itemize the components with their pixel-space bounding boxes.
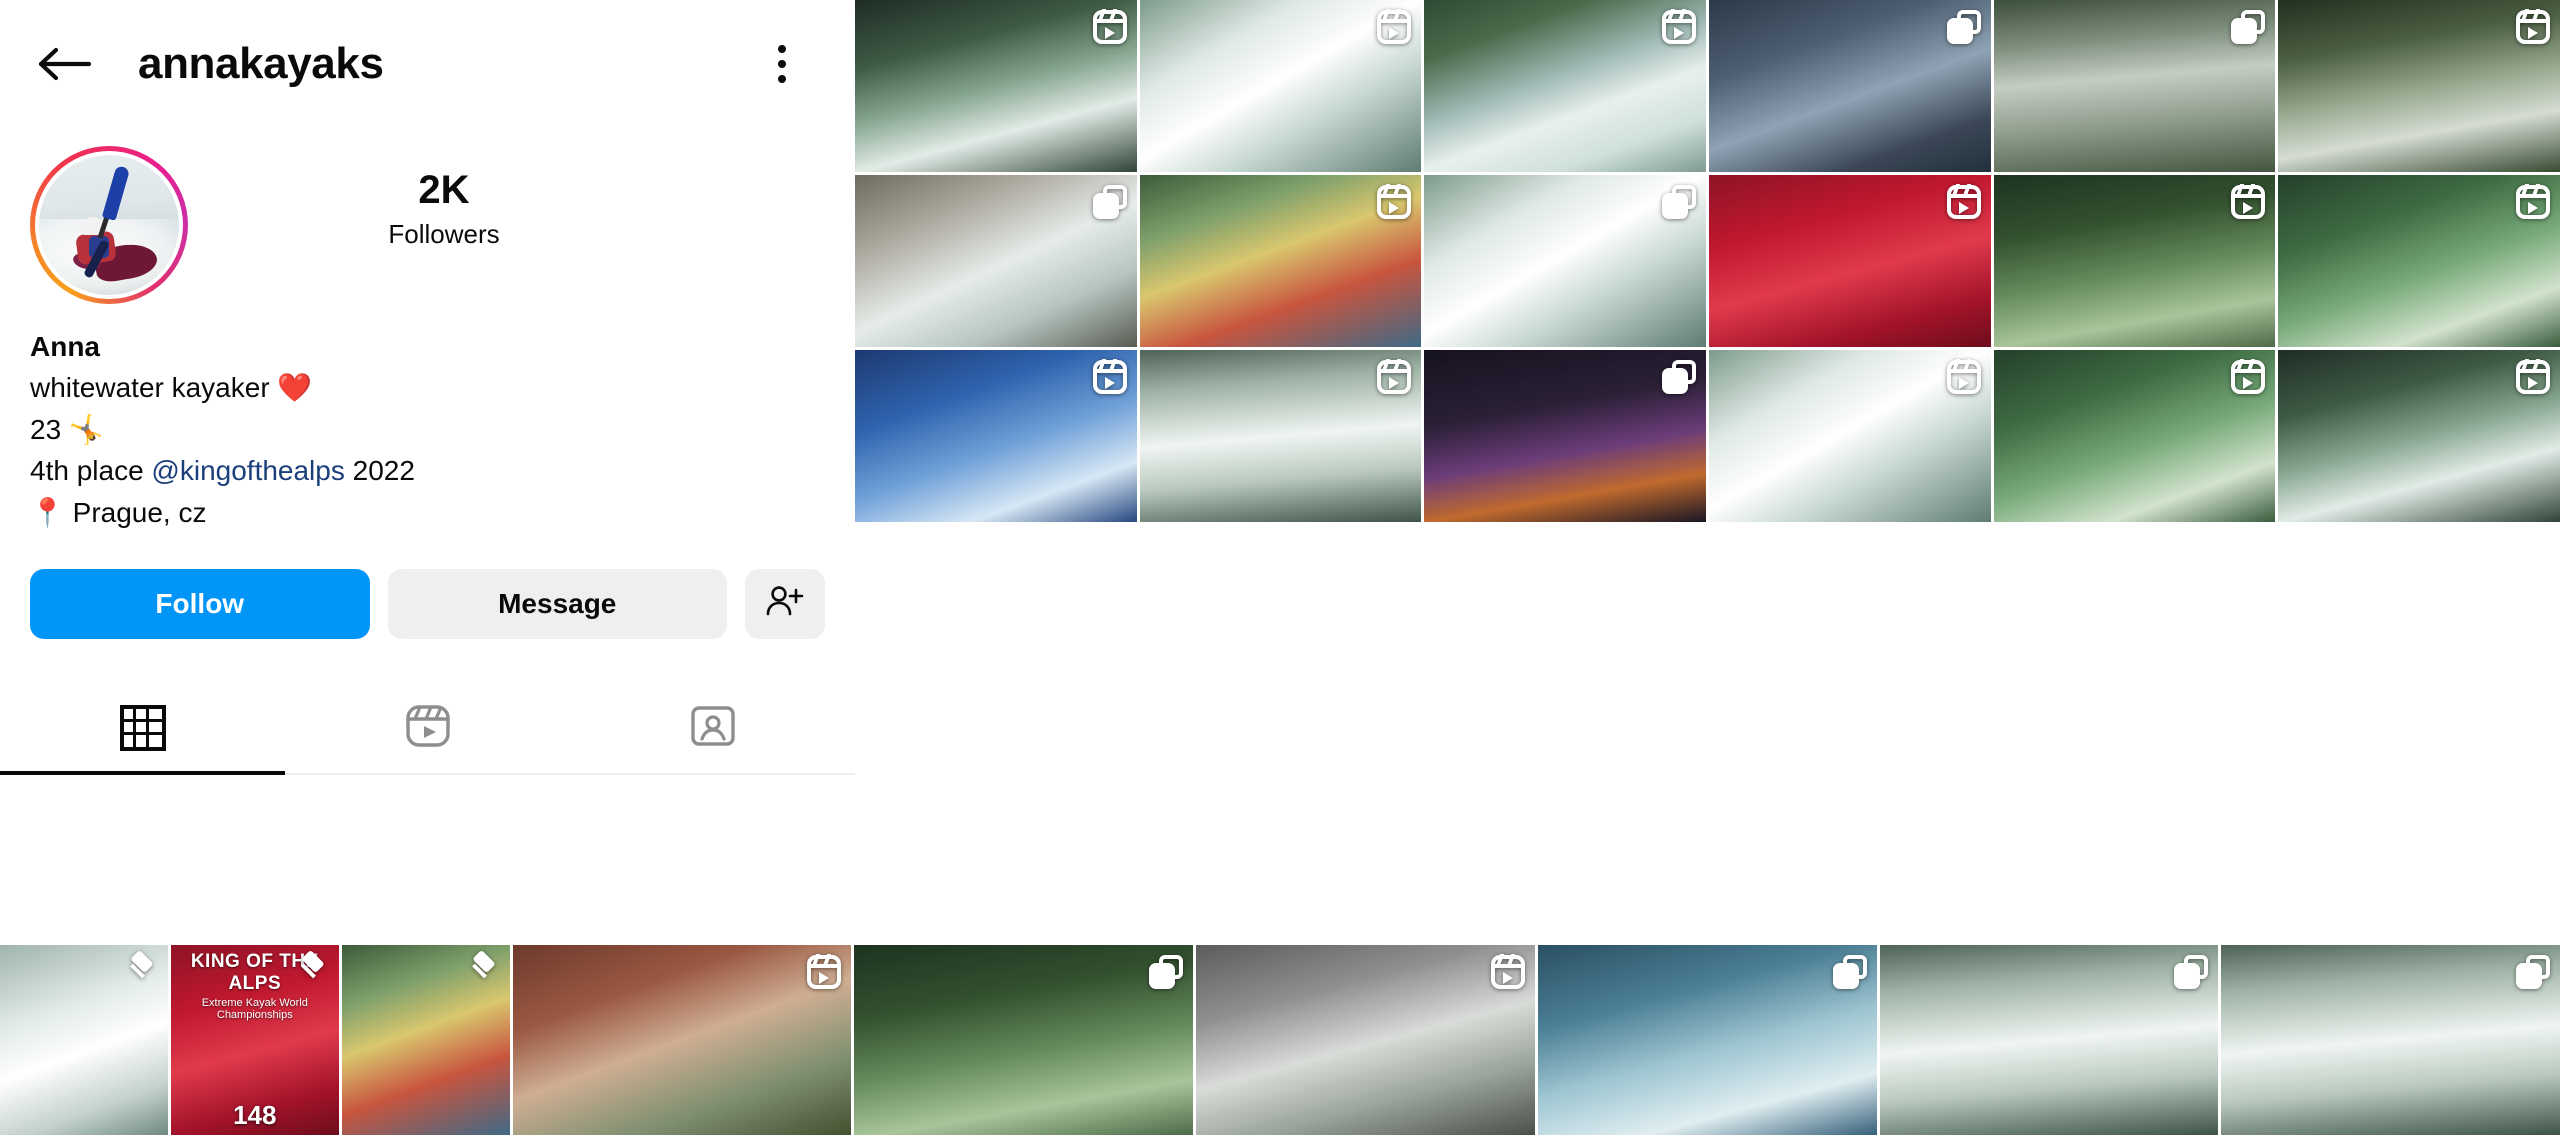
carousel-icon [1661, 185, 1696, 219]
pinned-post-item[interactable] [854, 945, 1194, 1135]
bio-block: Anna whitewater kayaker ❤️ 23 🤸 4th plac… [0, 304, 855, 533]
avatar[interactable] [30, 146, 188, 304]
pinned-post-item[interactable] [0, 945, 168, 1135]
bio-line3-suffix: 2022 [344, 455, 415, 487]
reels-icon [1377, 184, 1412, 219]
carousel-icon [1149, 955, 1184, 989]
post-grid-item[interactable] [1139, 0, 1422, 172]
post-grid-item[interactable] [1424, 350, 1706, 522]
reels-icon [2231, 359, 2266, 394]
carousel-icon [2174, 955, 2209, 989]
bio-mention-link[interactable]: @kingofthealps [151, 455, 344, 486]
back-arrow-icon[interactable] [34, 33, 96, 95]
post-grid-item[interactable] [855, 175, 1137, 347]
post-grid-item[interactable] [1139, 350, 1422, 522]
pinned-post-item[interactable] [1537, 945, 1877, 1135]
add-person-icon [765, 584, 805, 625]
reels-icon [1490, 954, 1525, 989]
carousel-icon [2516, 955, 2550, 989]
reels-icon [2231, 184, 2266, 219]
pinned-post-item[interactable] [2221, 945, 2560, 1135]
bio-line3-prefix: 4th place [30, 455, 152, 487]
tagged-person-icon [688, 701, 738, 756]
carousel-icon [1946, 10, 1981, 44]
post-grid-item[interactable] [1424, 175, 1706, 347]
message-button[interactable]: Message [387, 569, 727, 640]
reels-icon [2515, 9, 2550, 44]
action-buttons-row: Follow Message [0, 533, 855, 640]
pin-icon [126, 949, 158, 987]
carousel-icon [1092, 185, 1127, 219]
bib-number: 148 [233, 1100, 277, 1130]
reels-icon [2515, 359, 2550, 394]
bio-display-name: Anna [30, 331, 100, 362]
bio-line-3: 4th place @kingofthealps 2022 [30, 450, 825, 491]
post-thumbnail [512, 945, 852, 1135]
identity-row: 2K Followers [0, 128, 855, 304]
tab-grid[interactable] [0, 683, 285, 776]
grid-icon [119, 705, 166, 752]
pinned-post-item[interactable] [1879, 945, 2219, 1135]
carousel-icon [1832, 955, 1867, 989]
reels-icon [403, 701, 453, 756]
reels-icon [1946, 359, 1981, 394]
bio-location: 📍 Prague, cz [30, 496, 207, 528]
post-grid-item[interactable] [1708, 350, 1991, 522]
overflow-menu-icon[interactable] [759, 33, 805, 95]
tab-reels[interactable] [285, 683, 570, 773]
pinned-post-item[interactable] [512, 945, 852, 1135]
post-grid-item[interactable] [855, 0, 1137, 172]
carousel-icon [1661, 360, 1696, 394]
reels-icon [1377, 359, 1412, 394]
poster-subtitle: Extreme Kayak World Championships [201, 997, 308, 1021]
post-grid-item[interactable] [1993, 175, 2276, 347]
post-grid-item[interactable] [1708, 175, 1991, 347]
post-thumbnail [854, 945, 1194, 1135]
bio-line-2: 23 🤸 [30, 413, 104, 445]
post-grid-item[interactable] [855, 350, 1137, 522]
reels-icon [1946, 184, 1981, 219]
bio-line-1: whitewater kayaker ❤️ [30, 372, 313, 404]
post-thumbnail [1196, 945, 1535, 1135]
followers-label: Followers [388, 218, 500, 249]
post-grid-item[interactable] [2278, 350, 2560, 522]
post-grid-item[interactable] [1993, 350, 2276, 522]
avatar-image [39, 155, 179, 295]
post-grid-item[interactable] [2278, 175, 2560, 347]
pinned-post-strip: KING OF THE ALPS Extreme Kayak World Cham… [0, 945, 2560, 1135]
follow-button[interactable]: Follow [30, 569, 370, 640]
post-grid-item[interactable] [1993, 0, 2276, 172]
reels-icon [2515, 184, 2550, 219]
pin-icon [297, 949, 329, 987]
pinned-post-item[interactable] [341, 945, 510, 1135]
reels-icon [1092, 359, 1127, 394]
post-thumbnail [2221, 945, 2560, 1135]
post-grid-item[interactable] [1139, 175, 1422, 347]
post-grid-item[interactable] [1424, 0, 1706, 172]
pin-icon [468, 949, 500, 987]
pinned-post-item[interactable] [1196, 945, 1535, 1135]
post-grid-item[interactable] [2278, 0, 2560, 172]
pinned-post-item[interactable]: KING OF THE ALPS Extreme Kayak World Cham… [170, 945, 339, 1135]
post-grid-item[interactable] [1708, 0, 1991, 172]
stats-row: 2K Followers [188, 146, 855, 250]
page-title: annakayaks [138, 39, 384, 88]
reels-icon [807, 954, 842, 989]
avatar-inner-ring [35, 151, 183, 299]
reels-icon [1661, 9, 1696, 44]
tab-tagged[interactable] [570, 683, 855, 773]
top-bar: annakayaks [0, 0, 855, 128]
reels-icon [1377, 9, 1412, 44]
add-person-button[interactable] [745, 569, 825, 640]
stat-followers[interactable]: 2K Followers [388, 168, 499, 250]
profile-tabs [0, 683, 855, 776]
instagram-profile-screen: annakayaks 2K Followers Anna whitewater … [0, 0, 2560, 1135]
post-thumbnail [1537, 945, 1877, 1135]
reels-icon [1092, 9, 1127, 44]
followers-count: 2K [418, 168, 470, 212]
carousel-icon [2231, 10, 2266, 44]
post-thumbnail [1879, 945, 2219, 1135]
